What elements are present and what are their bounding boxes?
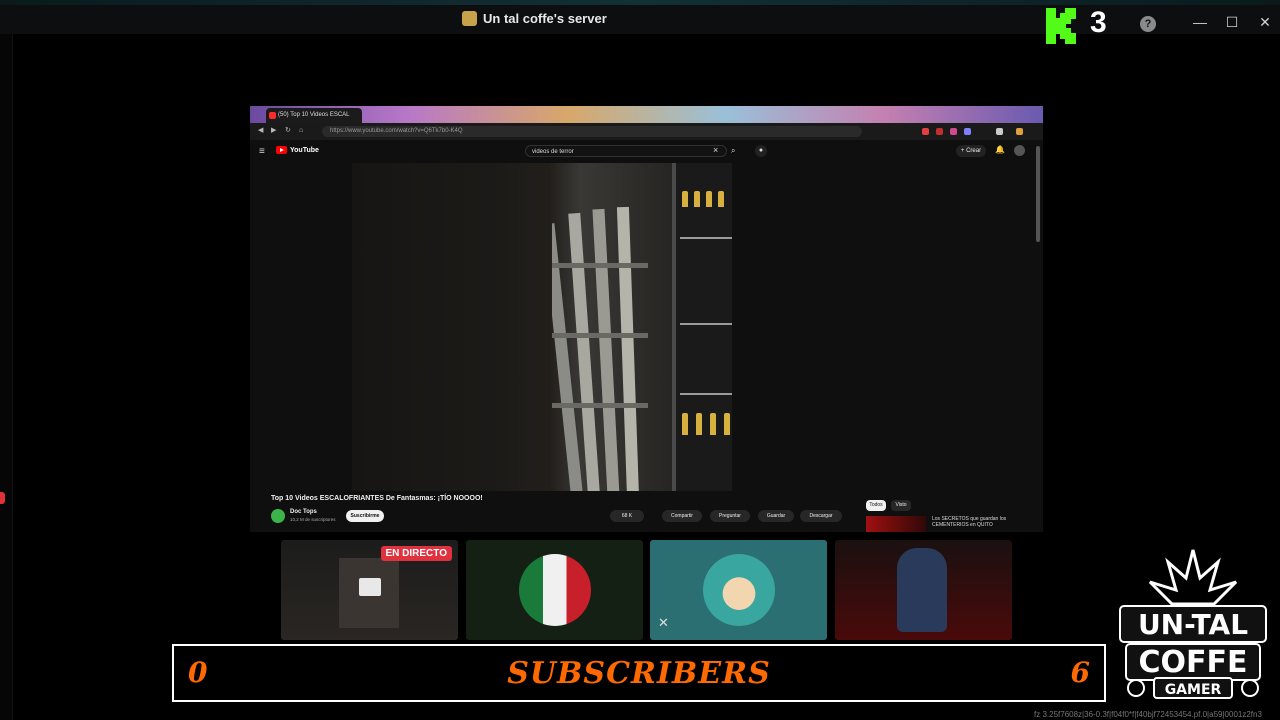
webcam-person [897, 548, 947, 632]
server-icon [462, 11, 477, 26]
like-button[interactable]: 68 K [610, 510, 644, 522]
close-button[interactable]: ✕ [1255, 12, 1275, 32]
chip-watched[interactable]: Visto [891, 500, 911, 511]
participant-avatar [519, 554, 591, 626]
shared-screen-browser: (50) Top 10 Videos ESCAL ◀ ▶ ↻ ⌂ https:/… [250, 106, 1043, 532]
flag-avatar-tile[interactable] [466, 540, 643, 640]
window-title: Un tal coffe's server [462, 11, 607, 26]
channel-name[interactable]: Doc Tops [290, 509, 317, 515]
left-rail [0, 34, 13, 720]
logo-line2: COFFE [1139, 645, 1248, 680]
mic-icon[interactable]: ● [755, 145, 767, 157]
notifications-bell-icon[interactable]: 🔔 [995, 145, 1005, 154]
menu-icon[interactable]: ≡ [259, 146, 265, 157]
subscribe-button[interactable]: Suscribirme [346, 510, 384, 522]
download-button[interactable]: Descargar [800, 510, 842, 522]
channel-avatar[interactable] [271, 509, 285, 523]
search-input[interactable]: videos de terror [525, 145, 727, 157]
youtube-header: ≡ YouTube videos de terror × ⌕ ● + Crear… [250, 140, 1043, 162]
forward-icon[interactable]: ▶ [271, 127, 279, 135]
clear-search-icon[interactable]: × [713, 145, 718, 155]
help-icon[interactable]: ? [1140, 16, 1156, 32]
extension-icon[interactable] [922, 128, 929, 135]
save-button[interactable]: Guardar [758, 510, 794, 522]
recommended-title[interactable]: Los SECRETOS que guardan los CEMENTERIOS… [932, 516, 1022, 528]
logo-line1: UN-TAL [1138, 608, 1248, 641]
page-scrollbar[interactable] [1036, 146, 1040, 242]
video-title: Top 10 Videos ESCALOFRIANTES De Fantasma… [271, 495, 483, 502]
video-frame-fridge [672, 163, 732, 491]
ticker-label: SUBSCRIBERS [507, 656, 771, 691]
video-player[interactable] [352, 163, 732, 491]
kick-logo-icon [1046, 8, 1076, 44]
subscriber-ticker: 0 SUBSCRIBERS 6 [172, 644, 1106, 702]
user-avatar[interactable] [1014, 145, 1025, 156]
youtube-logo[interactable]: YouTube [276, 146, 319, 154]
stream-tile[interactable]: EN DIRECTO [281, 540, 458, 640]
screen-share-icon [359, 578, 381, 596]
browser-tab-bar: (50) Top 10 Videos ESCAL [250, 106, 1043, 123]
youtube-favicon-icon [269, 112, 276, 119]
url-field[interactable]: https://www.youtube.com/watch?v=Q6Tk7b0-… [322, 126, 862, 137]
create-button[interactable]: + Crear [956, 145, 986, 157]
pdf-icon[interactable] [936, 128, 943, 135]
window-title-text: Un tal coffe's server [483, 11, 607, 26]
un-tal-coffe-gamer-logo: UN-TAL COFFE GAMER [1119, 549, 1267, 699]
profile-icon[interactable] [1016, 128, 1023, 135]
reload-icon[interactable]: ↻ [285, 127, 293, 135]
notification-pip [0, 492, 5, 504]
minimize-button[interactable]: — [1190, 12, 1210, 32]
video-frame-ladder [552, 206, 648, 491]
address-bar-row: ◀ ▶ ↻ ⌂ https://www.youtube.com/watch?v=… [250, 123, 1043, 140]
youtube-wordmark: YouTube [290, 146, 319, 154]
extension-icon-2[interactable] [950, 128, 957, 135]
youtube-play-icon [276, 146, 287, 154]
logo-line3: GAMER [1165, 682, 1222, 698]
muted-mic-icon: ✕ [658, 615, 669, 630]
extension-icon-4[interactable] [996, 128, 1003, 135]
footer-debug-text: fz 3.25f7608z|36-0.3f|f04f0*f|f40bjf7245… [1034, 710, 1262, 719]
maximize-button[interactable]: ☐ [1222, 12, 1242, 32]
chip-all[interactable]: Todos [866, 500, 886, 511]
participant-avatar-2 [703, 554, 775, 626]
home-icon[interactable]: ⌂ [299, 127, 307, 135]
channel-subscribers: 10,2 M de suscriptores [290, 517, 336, 522]
search-icon[interactable]: ⌕ [731, 145, 743, 157]
share-button[interactable]: Compartir [662, 510, 702, 522]
anime-avatar-tile[interactable]: ✕ [650, 540, 827, 640]
ticker-right-count: 6 [1070, 656, 1090, 689]
title-bar: Un tal coffe's server ? — ☐ ✕ [0, 5, 1280, 34]
overlay-count: 3 [1090, 6, 1107, 39]
live-badge: EN DIRECTO [380, 546, 452, 561]
back-icon[interactable]: ◀ [258, 127, 266, 135]
camera-tile[interactable] [835, 540, 1012, 640]
browser-tab[interactable]: (50) Top 10 Videos ESCAL [266, 108, 362, 123]
ask-button[interactable]: Preguntar [710, 510, 750, 522]
extension-icon-3[interactable] [964, 128, 971, 135]
tab-title: (50) Top 10 Videos ESCAL [278, 112, 350, 118]
recommended-thumbnail[interactable] [866, 516, 926, 532]
